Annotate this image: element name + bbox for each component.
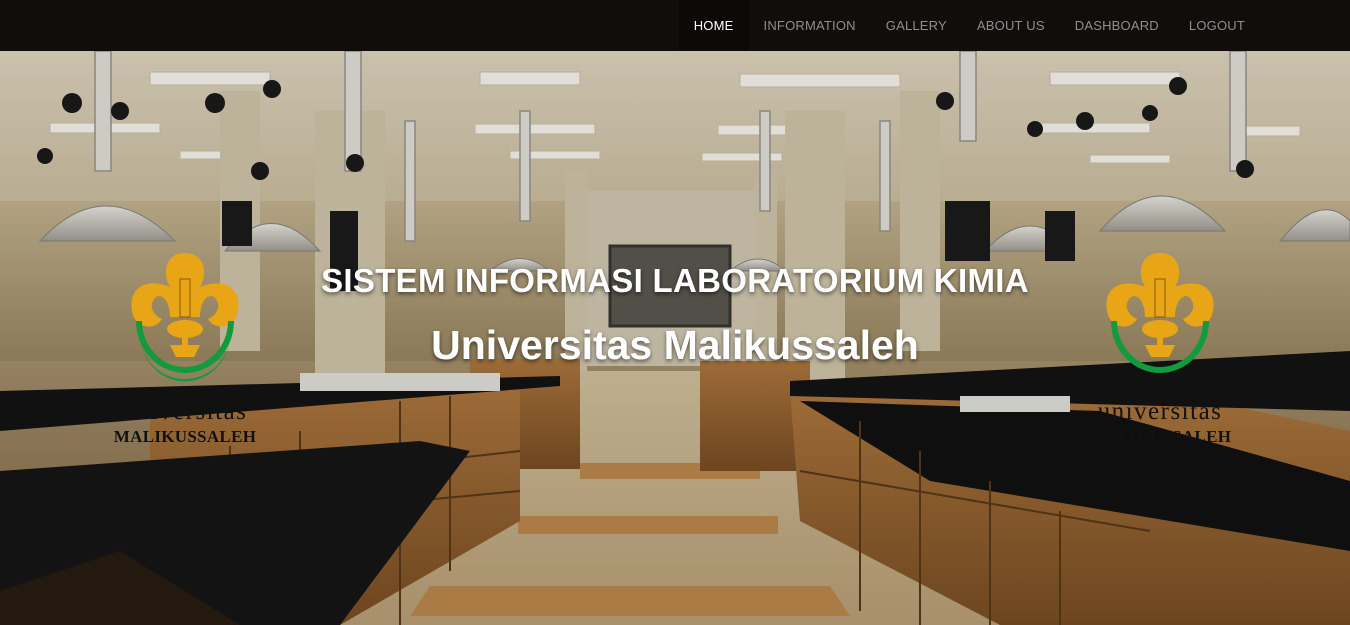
nav-logout[interactable]: LOGOUT: [1174, 0, 1260, 51]
nav-home[interactable]: HOME: [678, 0, 749, 51]
hero-subtitle: Universitas Malikussaleh: [431, 322, 919, 368]
nav-about-us[interactable]: ABOUT US: [962, 0, 1060, 51]
hero-banner: universitas MALIKUSSALEH universitas MAL…: [0, 51, 1350, 625]
logo-text-malikussaleh: MALIKUSSALEH: [1088, 427, 1232, 446]
nav-information[interactable]: INFORMATION: [749, 0, 871, 51]
logo-text-universitas: universitas: [122, 398, 248, 425]
logo-text-malikussaleh: MALIKUSSALEH: [113, 427, 257, 446]
nav-dashboard[interactable]: DASHBOARD: [1060, 0, 1174, 51]
nav-menu: HOME INFORMATION GALLERY ABOUT US DASHBO…: [678, 0, 1260, 51]
nav-gallery[interactable]: GALLERY: [871, 0, 962, 51]
logo-text-universitas: universitas: [1097, 398, 1223, 425]
top-navbar: HOME INFORMATION GALLERY ABOUT US DASHBO…: [0, 0, 1350, 51]
hero-title: SISTEM INFORMASI LABORATORIUM KIMIA: [321, 262, 1029, 299]
